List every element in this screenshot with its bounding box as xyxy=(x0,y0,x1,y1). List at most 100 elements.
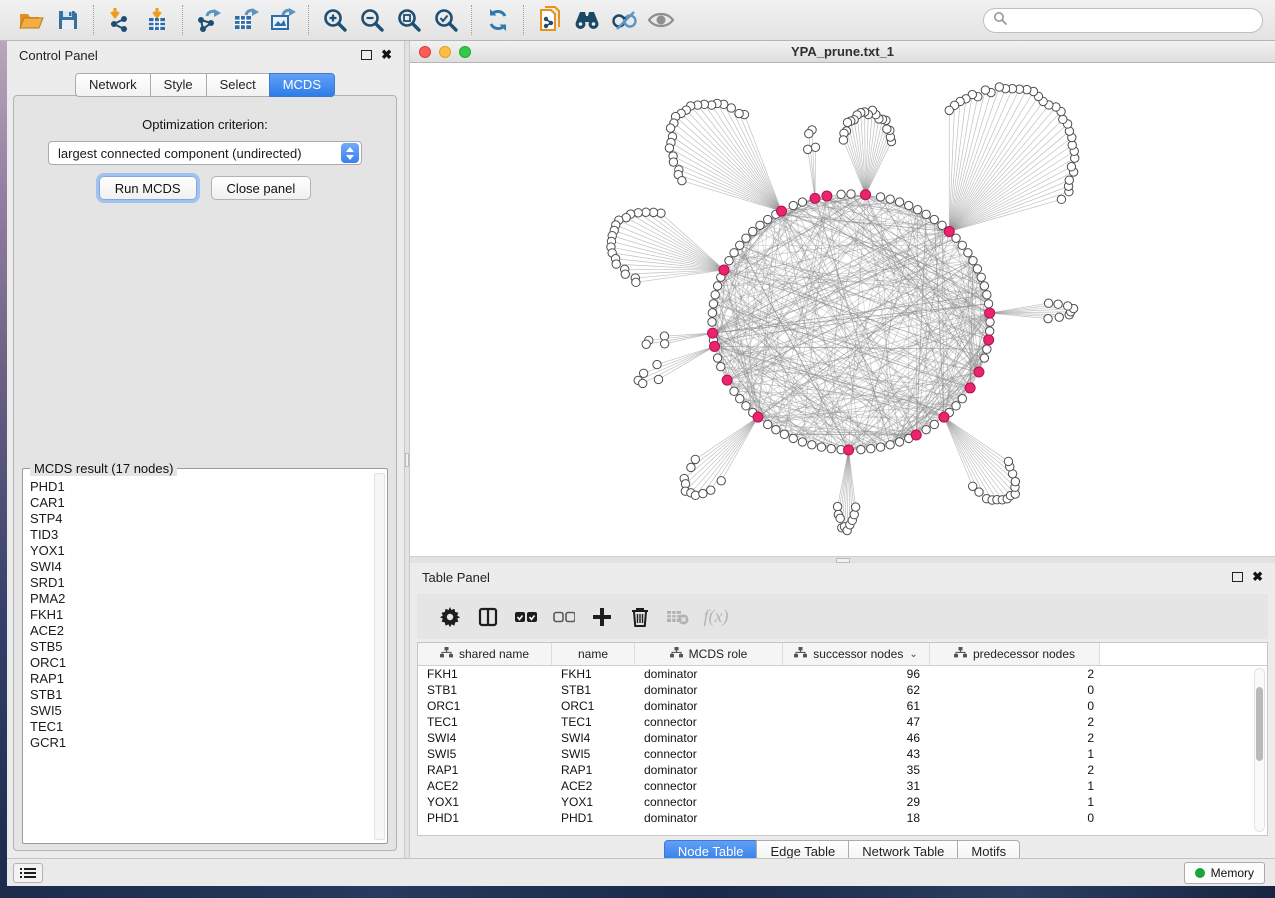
table-row[interactable]: RAP1RAP1dominator352 xyxy=(418,762,1267,778)
show-graphics-details-icon[interactable] xyxy=(642,4,679,36)
table-cell: STB1 xyxy=(418,683,552,697)
table-row[interactable]: FKH1FKH1dominator962 xyxy=(418,666,1267,682)
splitter-grip[interactable] xyxy=(405,453,409,467)
table-row[interactable]: SWI5SWI5connector431 xyxy=(418,746,1267,762)
close-panel-button[interactable]: Close panel xyxy=(211,176,312,200)
search-input[interactable] xyxy=(1012,13,1253,27)
export-network-icon[interactable] xyxy=(190,4,227,36)
table-cell: connector xyxy=(635,715,783,729)
close-traffic-light[interactable] xyxy=(419,46,431,58)
column-header-shared-name[interactable]: shared name xyxy=(418,643,552,665)
deselect-all-icon[interactable] xyxy=(545,600,583,634)
zoom-selected-icon[interactable] xyxy=(427,4,464,36)
save-icon[interactable] xyxy=(49,4,86,36)
mcds-hub-node xyxy=(708,328,718,338)
network-window-titlebar[interactable]: YPA_prune.txt_1 xyxy=(410,41,1275,63)
table-cell: 43 xyxy=(783,747,930,761)
memory-button[interactable]: Memory xyxy=(1184,862,1265,884)
mcds-result-item[interactable]: YOX1 xyxy=(26,543,373,559)
close-icon[interactable]: ✖ xyxy=(381,50,392,60)
mcds-result-item[interactable]: SWI4 xyxy=(26,559,373,575)
zoom-out-icon[interactable] xyxy=(353,4,390,36)
mcds-result-item[interactable]: CAR1 xyxy=(26,495,373,511)
minimize-traffic-light[interactable] xyxy=(439,46,451,58)
select-all-icon[interactable] xyxy=(507,600,545,634)
column-header-successor-nodes[interactable]: successor nodes⌄ xyxy=(783,643,930,665)
delete-table-icon[interactable] xyxy=(659,600,697,634)
table-row[interactable]: STB1STB1dominator620 xyxy=(418,682,1267,698)
open-folder-icon[interactable] xyxy=(12,4,49,36)
close-icon[interactable]: ✖ xyxy=(1252,572,1263,582)
mcds-result-item[interactable]: STB1 xyxy=(26,687,373,703)
refresh-icon[interactable] xyxy=(479,4,516,36)
table-cell: SWI5 xyxy=(418,747,552,761)
table-row[interactable]: TEC1TEC1connector472 xyxy=(418,714,1267,730)
search-field[interactable] xyxy=(983,8,1263,33)
tab-select[interactable]: Select xyxy=(206,73,270,97)
table-row[interactable]: ACE2ACE2connector311 xyxy=(418,778,1267,794)
zoom-fit-icon[interactable] xyxy=(390,4,427,36)
table-cell: TEC1 xyxy=(552,715,635,729)
delete-column-trash-icon[interactable] xyxy=(621,600,659,634)
horizontal-splitter[interactable] xyxy=(410,556,1275,563)
mcds-result-item[interactable]: RAP1 xyxy=(26,671,373,687)
criterion-dropdown[interactable]: largest connected component (undirected) xyxy=(48,141,362,165)
column-header-predecessor-nodes[interactable]: predecessor nodes xyxy=(930,643,1100,665)
table-scrollbar-thumb[interactable] xyxy=(1256,687,1263,761)
mcds-result-item[interactable]: STP4 xyxy=(26,511,373,527)
add-column-icon[interactable] xyxy=(583,600,621,634)
table-cell: 61 xyxy=(783,699,930,713)
search-network-icon[interactable] xyxy=(568,4,605,36)
mcds-result-groupbox: MCDS result (17 nodes) PHD1CAR1STP4TID3Y… xyxy=(22,468,388,844)
table-cell: 62 xyxy=(783,683,930,697)
float-window-icon[interactable] xyxy=(1232,572,1243,582)
table-cell: connector xyxy=(635,779,783,793)
export-image-icon[interactable] xyxy=(264,4,301,36)
network-canvas[interactable] xyxy=(410,63,1275,555)
run-mcds-button[interactable]: Run MCDS xyxy=(99,176,197,200)
import-table-icon[interactable] xyxy=(138,4,175,36)
table-cell: dominator xyxy=(635,667,783,681)
table-row[interactable]: SWI4SWI4dominator462 xyxy=(418,730,1267,746)
zoom-in-icon[interactable] xyxy=(316,4,353,36)
table-settings-gear-icon[interactable] xyxy=(431,600,469,634)
export-table-icon[interactable] xyxy=(227,4,264,36)
maximize-traffic-light[interactable] xyxy=(459,46,471,58)
tab-mcds[interactable]: MCDS xyxy=(269,73,335,97)
float-window-icon[interactable] xyxy=(361,50,372,60)
mcds-result-item[interactable]: FKH1 xyxy=(26,607,373,623)
optimization-criterion-label: Optimization criterion: xyxy=(14,117,396,132)
hide-graphics-details-icon[interactable] xyxy=(605,4,642,36)
network-file-icon[interactable] xyxy=(531,4,568,36)
import-network-icon[interactable] xyxy=(101,4,138,36)
table-cell: 2 xyxy=(930,667,1100,681)
table-cell: 35 xyxy=(783,763,930,777)
mcds-result-item[interactable]: ACE2 xyxy=(26,623,373,639)
mcds-list-scrollbar[interactable] xyxy=(374,473,385,840)
tab-style[interactable]: Style xyxy=(150,73,207,97)
tab-network[interactable]: Network xyxy=(75,73,151,97)
table-cell: 2 xyxy=(930,763,1100,777)
task-history-button[interactable] xyxy=(13,863,43,883)
mcds-result-item[interactable]: ORC1 xyxy=(26,655,373,671)
mcds-result-list[interactable]: PHD1CAR1STP4TID3YOX1SWI4SRD1PMA2FKH1ACE2… xyxy=(26,479,373,840)
table-cell: 0 xyxy=(930,811,1100,825)
mcds-result-item[interactable]: SWI5 xyxy=(26,703,373,719)
mcds-result-item[interactable]: PMA2 xyxy=(26,591,373,607)
show-column-icon[interactable] xyxy=(469,600,507,634)
table-row[interactable]: ORC1ORC1dominator610 xyxy=(418,698,1267,714)
table-cell: 47 xyxy=(783,715,930,729)
column-header-MCDS-role[interactable]: MCDS role xyxy=(635,643,783,665)
table-cell: dominator xyxy=(635,699,783,713)
mcds-result-item[interactable]: SRD1 xyxy=(26,575,373,591)
mcds-result-item[interactable]: GCR1 xyxy=(26,735,373,751)
mcds-result-item[interactable]: TID3 xyxy=(26,527,373,543)
table-row[interactable]: PHD1PHD1dominator180 xyxy=(418,810,1267,826)
table-scrollbar[interactable] xyxy=(1254,668,1265,832)
mcds-result-item[interactable]: STB5 xyxy=(26,639,373,655)
column-header-name[interactable]: name xyxy=(552,643,635,665)
mcds-result-item[interactable]: PHD1 xyxy=(26,479,373,495)
mcds-result-item[interactable]: TEC1 xyxy=(26,719,373,735)
function-builder-icon[interactable]: f(x) xyxy=(697,600,735,634)
table-row[interactable]: YOX1YOX1connector291 xyxy=(418,794,1267,810)
